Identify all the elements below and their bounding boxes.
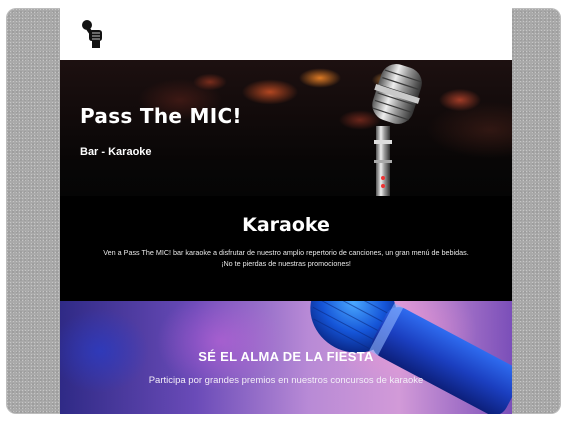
web-page[interactable]: Pass The MIC! Bar - Karaoke Karaoke Ven … <box>60 8 512 414</box>
promo-banner: SÉ EL ALMA DE LA FIESTA Participa por gr… <box>60 301 512 414</box>
section-description: Ven a Pass The MIC! bar karaoke a disfru… <box>60 247 512 269</box>
promo-subtitle: Participa por grandes premios en nuestro… <box>148 375 424 386</box>
microphone-fist-icon[interactable] <box>80 19 106 49</box>
section-heading: Karaoke <box>242 214 330 236</box>
vintage-microphone-icon <box>372 64 422 196</box>
hero-subtitle: Bar - Karaoke <box>80 146 152 158</box>
promo-title: SÉ EL ALMA DE LA FIESTA <box>198 349 374 364</box>
hero-title: Pass The MIC! <box>80 104 242 128</box>
description-line: Ven a Pass The MIC! bar karaoke a disfru… <box>103 248 469 257</box>
description-line: ¡No te pierdas de nuestras promociones! <box>221 259 351 268</box>
top-navbar <box>60 8 512 60</box>
karaoke-section: Karaoke Ven a Pass The MIC! bar karaoke … <box>60 196 512 301</box>
hero-banner: Pass The MIC! Bar - Karaoke <box>60 60 512 196</box>
